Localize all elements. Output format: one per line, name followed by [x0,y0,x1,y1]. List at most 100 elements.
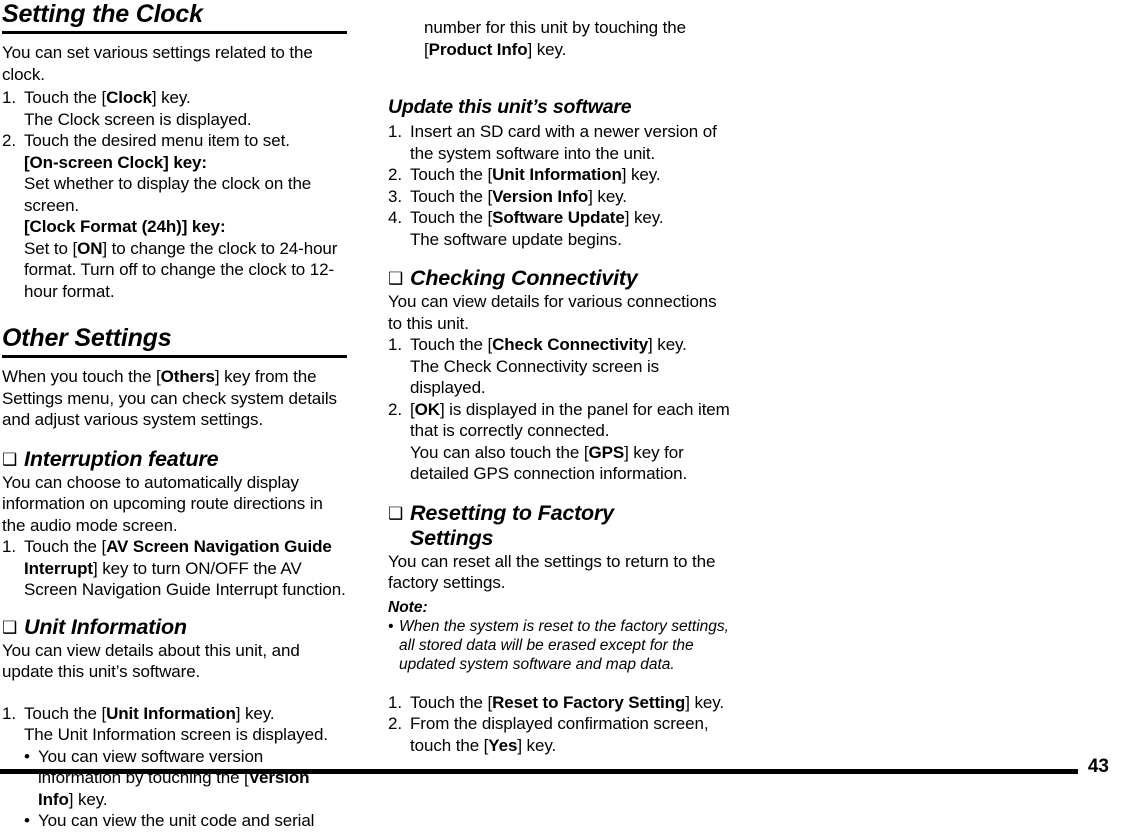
bullet-icon: • [388,617,394,635]
step-line: Touch the [Check Connectivity] key. [410,335,687,354]
square-bullet-icon: ❑ [2,449,18,469]
left-column: Setting the Clock You can set various se… [2,0,347,832]
text-run: ] key. [151,88,191,107]
list-body: Touch the [AV Screen Navigation Guide In… [24,536,347,601]
section-heading-unit-information: ❑ Unit Information [2,615,347,640]
text-run: The Unit Information screen is displayed… [24,725,328,744]
page-title: Setting the Clock [2,0,347,34]
list-marker: 1. [2,537,16,556]
text-run: You can view the unit code and serial [38,811,315,830]
text-run: Set to [ [24,238,78,258]
other-settings-intro: When you touch the [Others] key from the… [2,366,347,431]
text-run: The Clock screen is displayed. [24,109,252,129]
list-item: 1. Insert an SD card with a newer versio… [388,121,733,164]
text-run: Touch the [ [24,537,107,556]
section-heading-label: Resetting to Factory Settings [410,501,614,551]
text-run: Touch the [ [410,692,493,712]
key-label: Clock [106,88,152,107]
list-body: Touch the [Reset to Factory Setting] key… [410,692,733,714]
text-run: Touch the [ [410,335,493,354]
section-heading-resetting-factory-settings: ❑ Resetting to Factory Settings [388,501,733,551]
list-body: Insert an SD card with a newer version o… [410,121,733,164]
list-marker: 1. [2,703,16,723]
key-label: Unit Information [106,703,236,723]
section-heading-line-1: Resetting to Factory [410,500,614,525]
sub-list-item: • You can view the unit code and serial [24,810,347,832]
step-line: [Clock Format (24h)] key: [24,217,226,236]
section-title-other-settings: Other Settings [2,324,347,358]
list-marker: 2. [388,714,402,733]
list-marker: 4. [388,208,402,227]
note-item-text: When the system is reset to the factory … [399,617,729,673]
intro-paragraph: You can set various settings related to … [2,43,313,84]
section-heading-line-2: Settings [410,525,494,550]
list-item: 3. Touch the [Version Info] key. [388,186,733,208]
key-label: ON [77,238,103,258]
step-line: Set to [ON] to change the clock to 24-ho… [24,239,337,301]
text-run: ] key. [527,39,567,59]
text-run: Touch the [ [24,703,107,723]
step-line: The Clock screen is displayed. [24,110,252,129]
step-line: The software update begins. [410,230,622,249]
page-number: 43 [1087,756,1109,777]
list-body: Touch the [Clock] key. The Clock screen … [24,87,347,130]
subsection-title-update-software: Update this unit’s software [388,96,632,118]
sub-list-body: You can view the unit code and serial [38,810,347,832]
list-marker: 1. [388,692,402,712]
key-label: Software Update [492,208,625,227]
text-run: Touch the [ [410,165,493,184]
square-bullet-icon: ❑ [2,617,18,637]
list-marker: 2. [388,165,402,184]
right-column: number for this unit by touching the [Pr… [388,0,733,756]
list-body: Touch the [Version Info] key. [410,186,733,208]
text-run: ] key. [685,692,724,712]
step-line: You can also touch the [GPS] key for det… [410,443,687,484]
key-label: Check Connectivity [492,335,649,354]
list-body: Touch the [Unit Information] key. [410,164,733,186]
step-line: Touch the [Clock] key. [24,88,191,107]
list-marker: 1. [388,335,402,354]
text-run: Insert an SD card with a newer version o… [410,122,717,163]
text-run: Touch the desired menu item to set. [24,131,290,150]
list-body: Touch the [Unit Information] key. The Un… [24,703,347,746]
step-line: The Check Connectivity screen is display… [410,357,659,398]
text-run: ] key. [235,703,275,723]
text-run: Touch the [ [410,208,493,227]
step-line: Touch the [Unit Information] key. [24,704,275,723]
manual-page: Setting the Clock You can set various se… [0,0,1121,830]
note-label: Note: [388,598,428,616]
step-line: Touch the [Software Update] key. [410,208,664,227]
text-run: ] key. [588,186,627,206]
text-run: ] key. [68,789,108,809]
key-label: Others [160,367,215,386]
text-run: The Check Connectivity screen is display… [410,356,660,398]
text-run: Set whether to display the clock on the … [24,174,312,215]
text-run: ] is displayed in the panel for each ite… [410,399,730,441]
key-label: Yes [488,735,518,755]
list-item: 2. From the displayed confirmation scree… [388,713,733,756]
list-item: 1. Touch the [AV Screen Navigation Guide… [2,536,347,601]
unit-info-intro: You can view details about this unit, an… [2,640,300,682]
bullet-icon: • [24,811,30,830]
list-item: 2. Touch the [Unit Information] key. [388,164,733,186]
key-label: [On-screen Clock] key: [24,152,207,172]
step-line: [On-screen Clock] key: [24,153,207,172]
list-body: [OK] is displayed in the panel for each … [410,399,733,485]
list-item: 1. Touch the [Reset to Factory Setting] … [388,692,733,714]
key-label: Product Info [428,39,528,59]
continued-sub-bullet: number for this unit by touching the [Pr… [424,17,733,60]
key-label: GPS [588,442,625,462]
list-marker: 2. [2,131,16,150]
step-line: The Unit Information screen is displayed… [24,725,328,744]
note-item: • When the system is reset to the factor… [388,617,733,674]
page-footer: 43 [0,755,1121,785]
list-item: 1. Touch the [Check Connectivity] key. T… [388,334,733,399]
list-item: 2. Touch the desired menu item to set. [… [2,130,347,302]
list-marker: 2. [388,399,402,419]
list-marker: 1. [2,88,16,107]
square-bullet-icon: ❑ [388,269,404,288]
text-run: You can also touch the [ [410,442,589,462]
interruption-intro: You can choose to automatically display … [2,472,323,535]
text-run: ] key. [621,165,661,184]
text-run: ] key. [648,335,687,354]
